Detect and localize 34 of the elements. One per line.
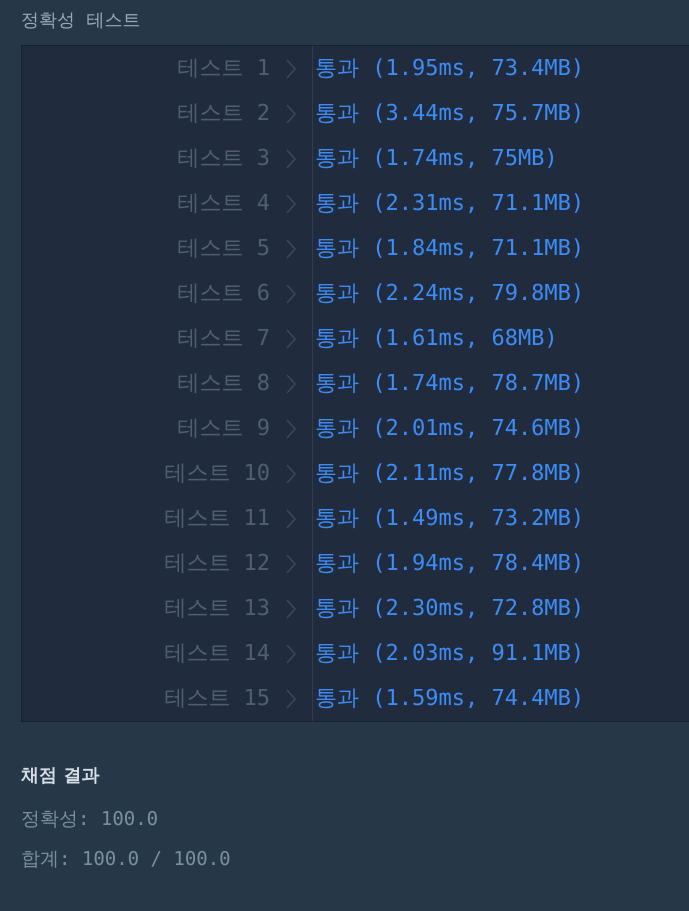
chevron-icon	[284, 642, 298, 666]
test-result: 통과 (2.30ms, 72.8MB)	[312, 586, 584, 631]
chevron-icon	[284, 686, 298, 710]
total-score: 합계: 100.0 / 100.0	[21, 847, 232, 872]
chevron-icon	[284, 416, 298, 440]
chevron-icon	[284, 326, 298, 350]
accuracy-score: 정확성: 100.0	[21, 807, 160, 832]
chevron-icon	[284, 552, 298, 576]
test-result: 통과 (2.03ms, 91.1MB)	[312, 631, 584, 676]
section-title: 정확성 테스트	[20, 9, 142, 33]
test-result: 통과 (1.94ms, 78.4MB)	[312, 541, 584, 586]
test-result: 통과 (2.01ms, 74.6MB)	[312, 406, 584, 451]
chevron-icon	[284, 192, 298, 216]
test-result: 통과 (1.61ms, 68MB)	[312, 316, 558, 361]
chevron-icon	[284, 146, 298, 170]
test-result: 통과 (3.44ms, 75.7MB)	[312, 91, 584, 136]
test-result: 통과 (1.84ms, 71.1MB)	[312, 226, 584, 271]
result-title: 채점 결과	[21, 764, 100, 788]
test-result: 통과 (1.59ms, 74.4MB)	[312, 676, 584, 721]
test-result: 통과 (2.24ms, 79.8MB)	[312, 271, 584, 316]
test-result: 통과 (2.11ms, 77.8MB)	[312, 451, 584, 496]
test-result: 통과 (1.49ms, 73.2MB)	[312, 496, 584, 541]
chevron-icon	[284, 102, 298, 126]
test-result: 통과 (1.95ms, 73.4MB)	[312, 46, 584, 91]
chevron-icon	[284, 596, 298, 620]
test-result: 통과 (1.74ms, 75MB)	[312, 136, 558, 181]
chevron-icon	[284, 506, 298, 530]
chevron-icon	[284, 462, 298, 486]
chevron-icon	[284, 282, 298, 306]
chevron-icon	[284, 236, 298, 260]
test-result: 통과 (2.31ms, 71.1MB)	[312, 181, 584, 226]
test-result: 통과 (1.74ms, 78.7MB)	[312, 361, 584, 406]
chevron-icon	[284, 372, 298, 396]
chevron-icon	[284, 56, 298, 80]
